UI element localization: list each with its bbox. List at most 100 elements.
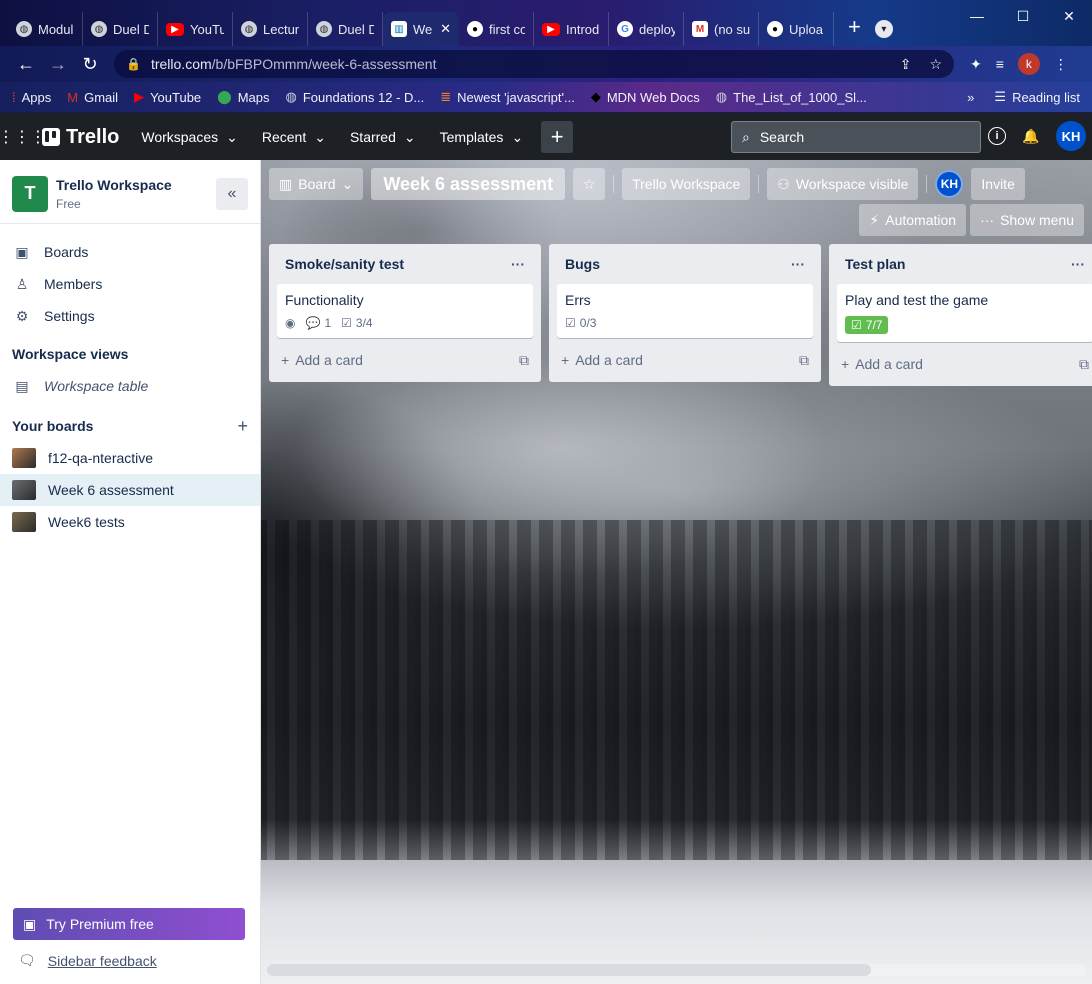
- browser-tab[interactable]: ◍ Duel D: [83, 12, 158, 46]
- card-template-icon[interactable]: ⧉: [519, 352, 529, 369]
- create-button[interactable]: +: [541, 121, 574, 153]
- show-menu-button[interactable]: ··· Show menu: [970, 204, 1084, 236]
- workspace-button[interactable]: Trello Workspace: [622, 168, 751, 200]
- header-nav-starred[interactable]: Starred ⌄: [340, 123, 426, 152]
- bookmark-item[interactable]: ≣ Newest 'javascript'...: [440, 89, 575, 105]
- browser-tab[interactable]: Gdeploy: [609, 12, 684, 46]
- show-menu-label: Show menu: [1000, 212, 1074, 228]
- lock-icon: 🔒: [126, 57, 141, 71]
- header-nav-templates[interactable]: Templates ⌄: [430, 123, 534, 152]
- horizontal-scrollbar[interactable]: [267, 964, 1086, 976]
- browser-tab[interactable]: M (no sub: [684, 12, 759, 46]
- tab-label: (no sub: [714, 21, 750, 37]
- board-member-avatar[interactable]: KH: [935, 170, 964, 198]
- card-template-icon[interactable]: ⧉: [799, 352, 809, 369]
- add-card-button[interactable]: + Add a card ⧉: [277, 346, 533, 374]
- plus-icon: +: [561, 352, 570, 368]
- lightning-icon: ⚡: [869, 211, 880, 228]
- header-nav-workspaces[interactable]: Workspaces ⌄: [131, 123, 248, 152]
- sidebar-item-settings[interactable]: ⚙ Settings: [0, 300, 260, 332]
- browser-tab[interactable]: ● Uploa: [759, 12, 834, 46]
- tab-search-icon[interactable]: ▾: [874, 20, 893, 38]
- sidebar-item-workspace-table[interactable]: ▤ Workspace table: [0, 370, 260, 402]
- reload-icon[interactable]: ↻: [74, 54, 106, 75]
- app-switcher-icon[interactable]: ⋮⋮⋮: [0, 123, 46, 151]
- invite-button[interactable]: Invite: [971, 168, 1025, 200]
- list-header[interactable]: Test plan ···: [837, 244, 1092, 284]
- board-view-switcher[interactable]: ▥ Board ⌄: [269, 168, 364, 200]
- media-queue-icon[interactable]: ≡: [996, 56, 1004, 72]
- bookmark-item[interactable]: ▶ YouTube: [134, 89, 201, 105]
- list-actions-icon[interactable]: ···: [791, 256, 805, 272]
- list-title[interactable]: Smoke/sanity test: [285, 256, 404, 272]
- browser-tab[interactable]: ◍ Lectur: [233, 12, 308, 46]
- bookmark-item[interactable]: ◍ Foundations 12 - D...: [286, 89, 425, 105]
- minimize-icon[interactable]: —: [954, 6, 1000, 26]
- browser-tab[interactable]: ▶ YouTu: [158, 12, 233, 46]
- board-card[interactable]: Play and test the game ☑ 7/7: [837, 284, 1092, 342]
- scrollbar-thumb[interactable]: [267, 964, 871, 976]
- browser-tab[interactable]: ◍ Modul: [8, 12, 83, 46]
- add-board-icon[interactable]: +: [237, 416, 248, 437]
- sidebar-item-boards[interactable]: ▣ Boards: [0, 236, 260, 268]
- star-board-icon[interactable]: ☆: [573, 168, 606, 200]
- sidebar-board-item[interactable]: Week 6 assessment: [0, 474, 260, 506]
- reading-list-button[interactable]: ☰ Reading list: [994, 89, 1080, 105]
- bookmark-item[interactable]: ⬤ Maps: [217, 89, 269, 105]
- close-window-icon[interactable]: ✕: [1046, 6, 1092, 26]
- card-badges: ☑ 7/7: [845, 316, 1085, 334]
- user-avatar[interactable]: KH: [1056, 121, 1086, 151]
- list-header[interactable]: Smoke/sanity test ···: [277, 244, 533, 284]
- automation-button[interactable]: ⚡ Automation: [859, 204, 967, 236]
- back-icon[interactable]: ←: [10, 54, 42, 75]
- bookmark-item[interactable]: ◍ The_List_of_1000_Sl...: [716, 89, 867, 105]
- workspace-avatar[interactable]: T: [12, 175, 48, 212]
- board-card[interactable]: Functionality ◉ 💬 1 ☑ 3/4: [277, 284, 533, 338]
- browser-tab[interactable]: ● first co: [459, 12, 534, 46]
- profile-avatar[interactable]: k: [1017, 53, 1040, 75]
- sidebar-feedback-link[interactable]: 🗨 Sidebar feedback: [18, 952, 157, 969]
- collapse-sidebar-button[interactable]: «: [216, 177, 248, 210]
- browser-tab[interactable]: ▥ We ✕: [383, 12, 459, 46]
- browser-tab[interactable]: ▶ Introdu: [534, 12, 609, 46]
- workspace-name[interactable]: Trello Workspace: [56, 177, 172, 193]
- bookmark-item[interactable]: ◆ MDN Web Docs: [591, 89, 700, 105]
- try-premium-button[interactable]: ▣ Try Premium free: [13, 908, 245, 940]
- board-card[interactable]: Errs ☑ 0/3: [557, 284, 813, 338]
- feedback-icon: 🗨: [18, 952, 36, 968]
- forward-icon[interactable]: →: [42, 54, 74, 75]
- sidebar-board-item[interactable]: f12-qa-nteractive: [0, 442, 260, 474]
- url-field[interactable]: 🔒 trello.com/b/bFBPOmmm/week-6-assessmen…: [114, 50, 954, 78]
- list-actions-icon[interactable]: ···: [511, 256, 525, 272]
- list-actions-icon[interactable]: ···: [1071, 256, 1085, 272]
- new-tab-button[interactable]: +: [848, 14, 861, 40]
- browser-tab[interactable]: ◍ Duel D: [308, 12, 383, 46]
- extensions-icon[interactable]: ✦: [970, 56, 982, 73]
- board-icon: ▣: [15, 243, 29, 260]
- list-title[interactable]: Bugs: [565, 256, 600, 272]
- bookmarks-bar: ⁞ Apps M Gmail ▶ YouTube ⬤ Maps ◍ Foundations 12 …: [0, 82, 1092, 112]
- trello-logo[interactable]: Trello: [42, 126, 119, 149]
- notifications-bell-icon[interactable]: 🔔: [1020, 125, 1042, 147]
- maximize-icon[interactable]: ☐: [1000, 6, 1046, 26]
- add-card-button[interactable]: + Add a card ⧉: [557, 346, 813, 374]
- share-icon[interactable]: ⇪: [900, 56, 912, 73]
- card-template-icon[interactable]: ⧉: [1079, 356, 1089, 373]
- more-bookmarks-icon[interactable]: »: [967, 90, 974, 105]
- list-title[interactable]: Test plan: [845, 256, 905, 272]
- visibility-button[interactable]: ⚇ Workspace visible: [767, 168, 919, 200]
- add-card-button[interactable]: + Add a card ⧉: [837, 350, 1092, 378]
- bookmark-star-icon[interactable]: ☆: [929, 56, 942, 73]
- header-nav-recent[interactable]: Recent ⌄: [252, 123, 336, 152]
- search-input[interactable]: ⌕ Search: [731, 121, 981, 153]
- close-tab-icon[interactable]: ✕: [440, 21, 451, 37]
- bookmark-item[interactable]: M Gmail: [67, 90, 118, 105]
- search-placeholder: Search: [759, 129, 805, 145]
- list-header[interactable]: Bugs ···: [557, 244, 813, 284]
- sidebar-item-members[interactable]: ♙ Members: [0, 268, 260, 300]
- info-icon[interactable]: i: [988, 127, 1006, 145]
- sidebar-board-item[interactable]: Week6 tests: [0, 506, 260, 538]
- board-title[interactable]: Week 6 assessment: [371, 168, 566, 200]
- bookmark-item[interactable]: ⁞ Apps: [12, 90, 51, 105]
- browser-menu-icon[interactable]: ⋮: [1054, 56, 1068, 73]
